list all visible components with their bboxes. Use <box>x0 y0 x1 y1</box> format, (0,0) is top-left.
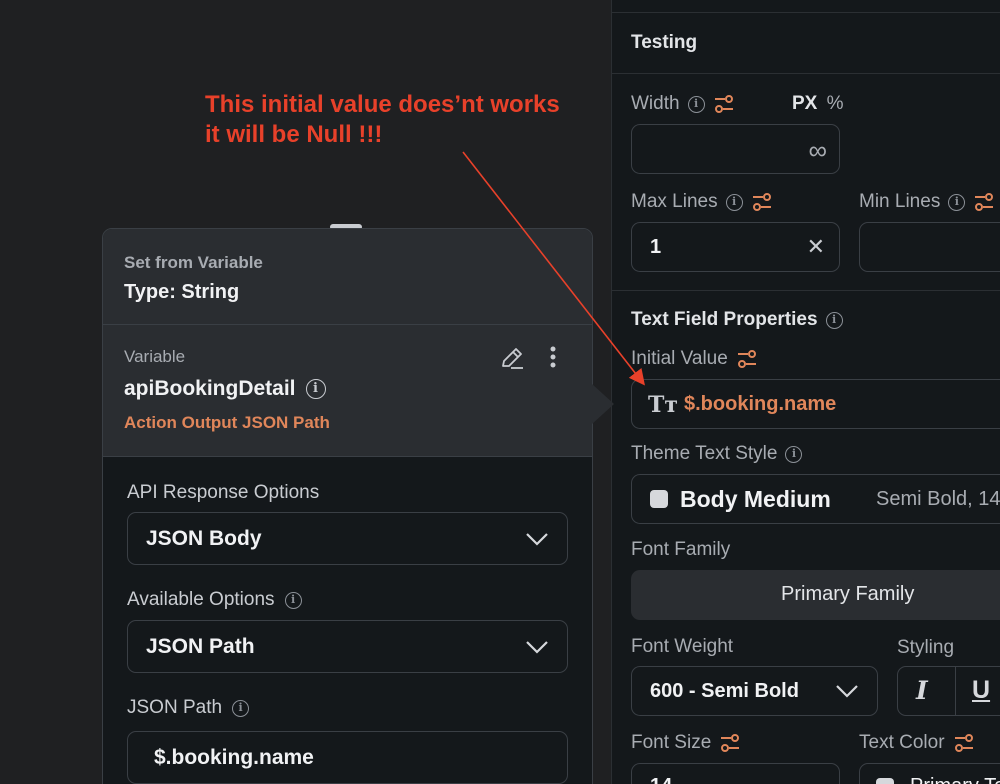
font-size-input[interactable]: 14 <box>631 763 840 784</box>
popup-pointer <box>592 384 614 424</box>
text-field-properties-title: Text Field Properties <box>631 309 818 330</box>
json-path-label-row: JSON Path i <box>127 697 250 719</box>
popup-header-label: Set from Variable <box>124 253 263 272</box>
testing-section-title: Testing <box>631 32 698 53</box>
edit-icon[interactable] <box>499 345 525 371</box>
tune-icon[interactable] <box>736 348 758 370</box>
tune-icon[interactable] <box>973 191 995 213</box>
api-response-select[interactable]: JSON Body <box>127 512 568 565</box>
theme-text-style-label-row: Theme Text Style i <box>631 443 803 465</box>
font-family-label: Font Family <box>631 539 731 560</box>
max-lines-value: 1 <box>650 236 662 258</box>
min-lines-label: Min Lines <box>859 191 941 212</box>
json-path-input[interactable]: $.booking.name <box>127 731 568 784</box>
info-icon[interactable]: i <box>232 699 250 717</box>
info-icon[interactable]: i <box>305 379 326 399</box>
text-type-icon: Tт <box>648 392 679 418</box>
divider <box>955 667 956 715</box>
font-family-button[interactable]: Primary Family <box>631 570 1000 620</box>
json-path-value: $.booking.name <box>154 745 314 769</box>
initial-value-label: Initial Value <box>631 348 728 369</box>
variable-name: apiBookingDetail <box>124 377 296 400</box>
chevron-down-icon <box>526 532 548 546</box>
theme-text-style-value: Body Medium <box>680 486 831 512</box>
properties-panel: Testing Width i PX % ∞ Max Lines i 1 ✕ M… <box>611 0 1000 784</box>
variable-label: Variable <box>124 347 186 366</box>
text-color-label: Text Color <box>859 732 945 753</box>
tune-icon[interactable] <box>751 191 773 213</box>
width-label: Width <box>631 93 680 114</box>
unit-toggle[interactable]: PX % <box>792 93 844 115</box>
divider <box>612 12 1000 13</box>
popup-header: Set from Variable Type: String <box>103 229 592 325</box>
font-weight-label: Font Weight <box>631 636 734 657</box>
font-size-value: 14 <box>650 775 672 784</box>
info-icon[interactable]: i <box>948 193 966 211</box>
info-icon[interactable]: i <box>687 95 705 113</box>
popup-header-type: Type: String <box>124 281 240 303</box>
text-color-label-row: Text Color <box>859 732 975 754</box>
divider <box>612 73 1000 74</box>
annotation-line-2: it will be Null !!! <box>205 121 383 148</box>
chevron-down-icon <box>526 640 548 654</box>
available-options-value: JSON Path <box>146 634 255 658</box>
text-field-properties-title-row: Text Field Properties i <box>631 309 843 331</box>
initial-value-input[interactable]: Tт $.booking.name <box>631 379 1000 429</box>
font-size-label: Font Size <box>631 732 712 753</box>
chevron-down-icon <box>836 685 858 698</box>
theme-text-style-detail: Semi Bold, 14 <box>876 488 1000 510</box>
info-icon[interactable]: i <box>284 591 302 609</box>
font-weight-select[interactable]: 600 - Semi Bold <box>631 666 878 716</box>
width-label-row: Width i <box>631 93 735 115</box>
width-input[interactable]: ∞ <box>631 124 840 174</box>
annotation-line-1: This initial value does’nt works <box>205 91 560 118</box>
variable-source: Action Output JSON Path <box>124 413 330 432</box>
max-lines-label-row: Max Lines i <box>631 191 773 213</box>
unit-percent[interactable]: % <box>827 93 844 114</box>
info-icon[interactable]: i <box>785 445 803 463</box>
font-size-label-row: Font Size <box>631 732 741 754</box>
api-response-value: JSON Body <box>146 526 262 550</box>
available-options-select[interactable]: JSON Path <box>127 620 568 673</box>
initial-value-label-row: Initial Value <box>631 348 758 370</box>
infinity-value: ∞ <box>808 135 827 165</box>
info-icon[interactable]: i <box>825 311 843 329</box>
max-lines-input[interactable]: 1 ✕ <box>631 222 840 272</box>
italic-icon[interactable]: I <box>916 676 928 705</box>
styling-toggle-group: I U <box>897 666 1000 716</box>
tune-icon[interactable] <box>713 93 735 115</box>
json-path-label: JSON Path <box>127 697 223 718</box>
color-swatch <box>650 490 668 508</box>
set-from-variable-popup: Set from Variable Type: String Variable … <box>102 228 593 784</box>
unit-px[interactable]: PX <box>792 93 817 114</box>
font-family-value: Primary Family <box>781 583 915 605</box>
font-weight-value: 600 - Semi Bold <box>650 680 799 702</box>
annotation-text: This initial value does’nt works it will… <box>205 90 560 150</box>
variable-name-row: apiBookingDetail i <box>124 377 326 401</box>
initial-value-text: $.booking.name <box>684 393 837 415</box>
tune-icon[interactable] <box>719 732 741 754</box>
more-options-icon[interactable] <box>549 345 557 371</box>
underline-icon[interactable]: U <box>972 676 990 705</box>
theme-text-style-label: Theme Text Style <box>631 443 778 464</box>
tune-icon[interactable] <box>953 732 975 754</box>
info-icon[interactable]: i <box>725 193 743 211</box>
text-color-select[interactable]: Primary Text <box>859 763 1000 784</box>
available-options-label-row: Available Options i <box>127 589 302 611</box>
available-options-label: Available Options <box>127 589 275 610</box>
variable-section: Variable apiBookingDetail i Action Outpu… <box>103 325 592 457</box>
min-lines-label-row: Min Lines i <box>859 191 995 213</box>
color-swatch <box>876 778 894 784</box>
styling-label: Styling <box>897 637 955 658</box>
divider <box>612 290 1000 291</box>
min-lines-input[interactable] <box>859 222 1000 272</box>
max-lines-label: Max Lines <box>631 191 718 212</box>
api-response-label: API Response Options <box>127 482 320 503</box>
text-color-value: Primary Text <box>910 775 1000 784</box>
theme-text-style-select[interactable]: Body Medium Semi Bold, 14 <box>631 474 1000 524</box>
clear-icon[interactable]: ✕ <box>807 234 825 260</box>
